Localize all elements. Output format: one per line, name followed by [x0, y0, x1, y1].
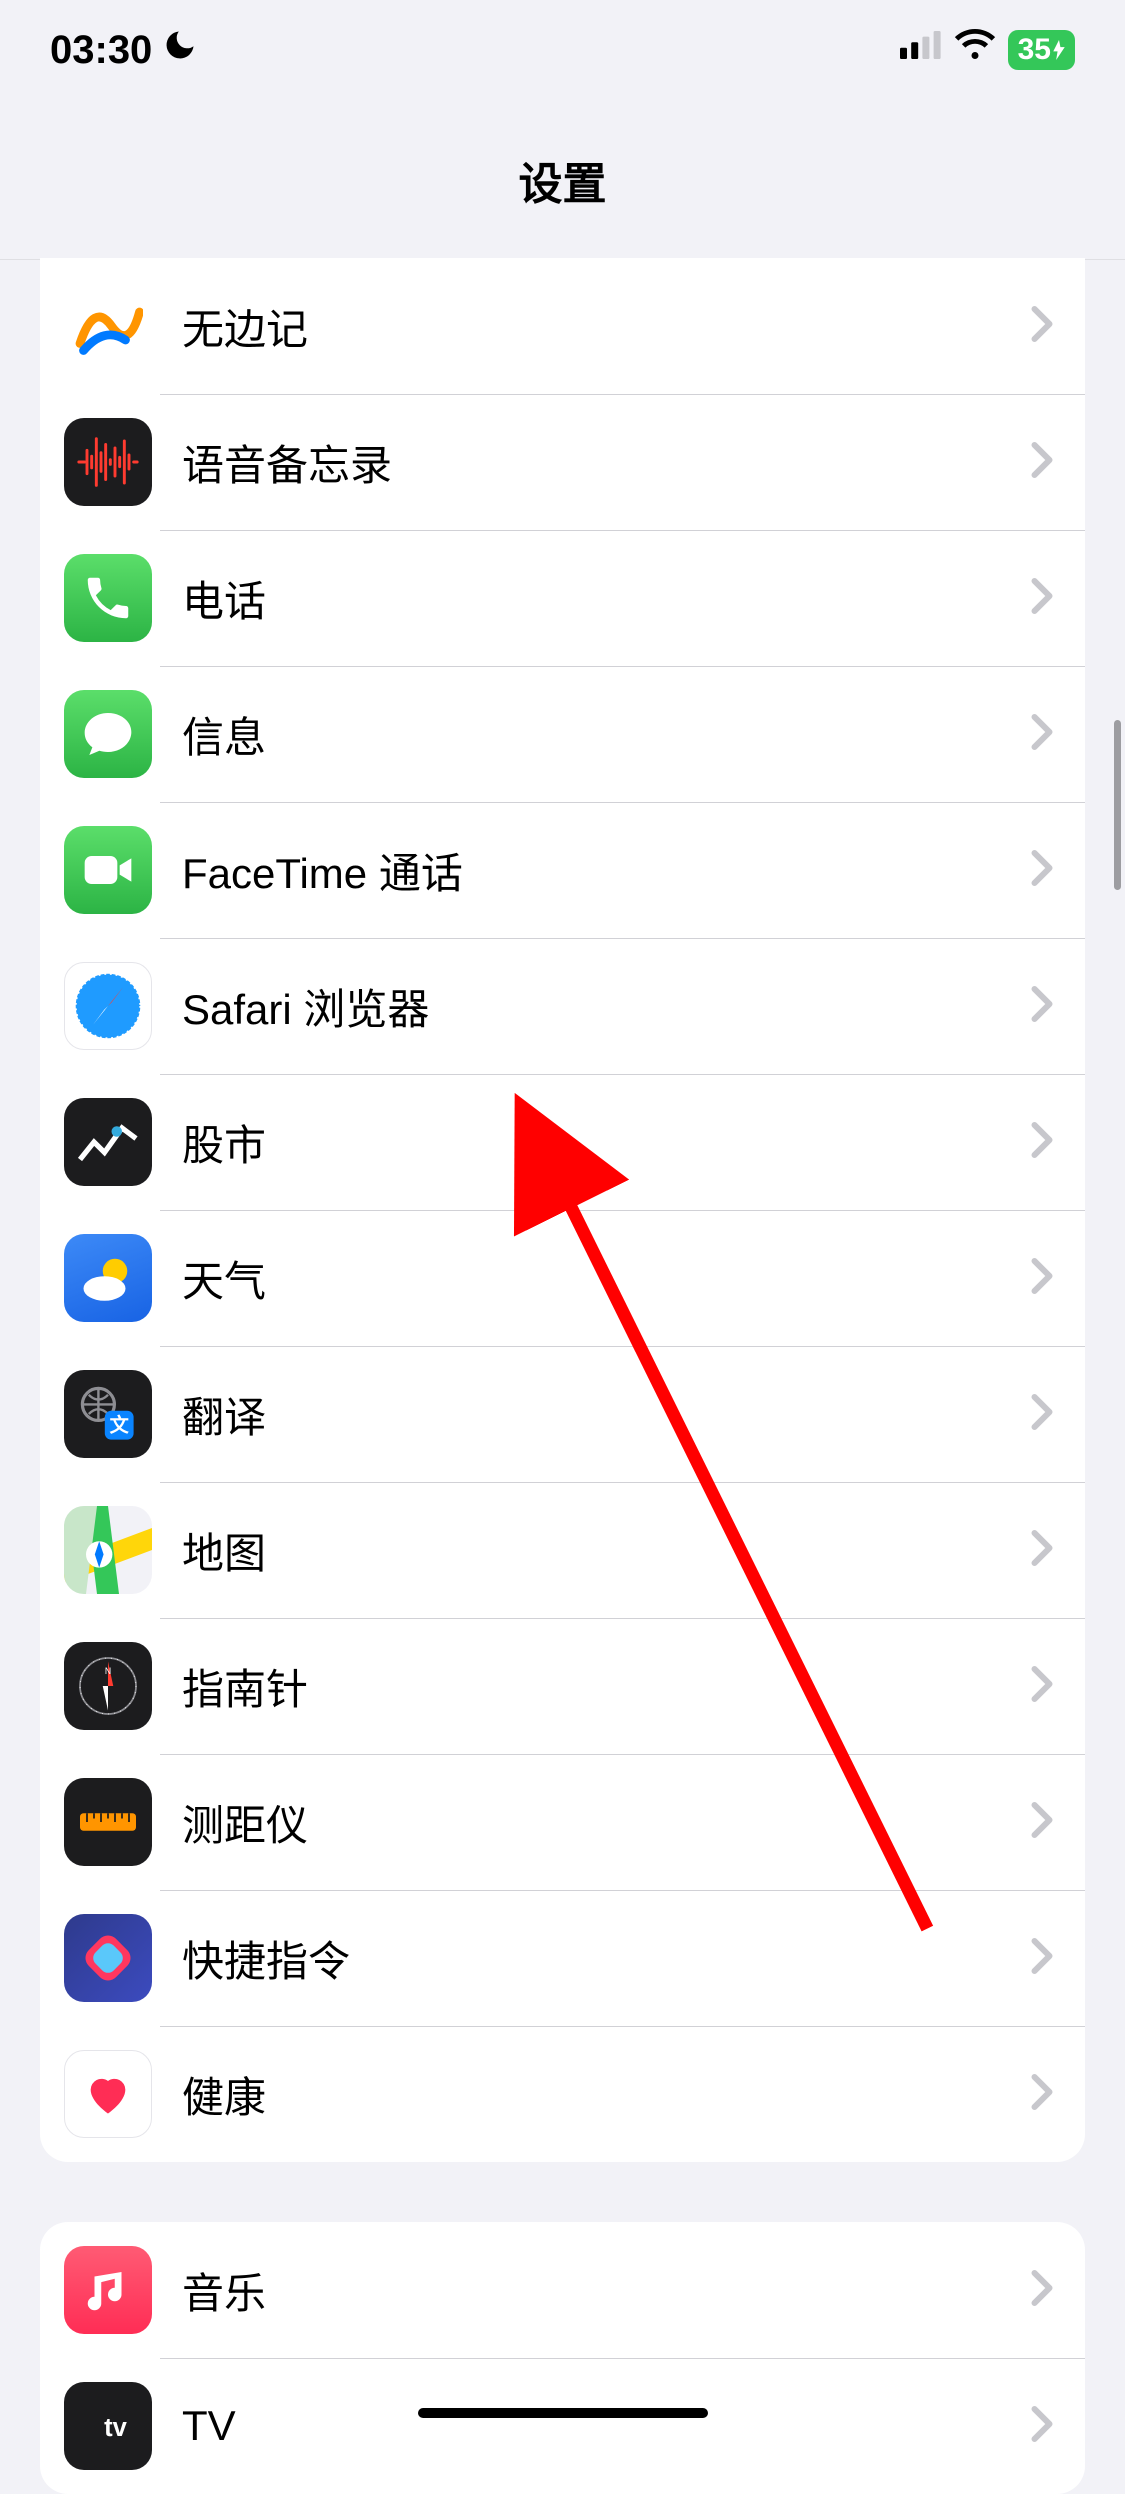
chevron-right-icon [1031, 306, 1053, 347]
scroll-indicator[interactable] [1114, 720, 1121, 890]
settings-section-media: 音乐 tv TV [40, 2222, 1085, 2494]
chevron-right-icon [1031, 1938, 1053, 1979]
row-label: 指南针 [182, 1656, 1031, 1717]
status-time: 03:30 [50, 28, 152, 73]
maps-icon [64, 1506, 152, 1594]
tv-icon: tv [64, 2382, 152, 2470]
voicememos-icon [64, 418, 152, 506]
row-label: Safari 浏览器 [182, 976, 1031, 1037]
chevron-right-icon [1031, 1530, 1053, 1571]
row-label: 快捷指令 [182, 1928, 1031, 1989]
settings-row-facetime[interactable]: FaceTime 通话 [40, 802, 1085, 938]
settings-row-shortcuts[interactable]: 快捷指令 [40, 1890, 1085, 2026]
chevron-right-icon [1031, 1394, 1053, 1435]
svg-text:N: N [105, 1666, 111, 1676]
settings-row-health[interactable]: 健康 [40, 2026, 1085, 2162]
music-icon [64, 2246, 152, 2334]
home-indicator[interactable] [418, 2408, 708, 2418]
messages-icon [64, 690, 152, 778]
settings-row-safari[interactable]: Safari 浏览器 [40, 938, 1085, 1074]
settings-row-messages[interactable]: 信息 [40, 666, 1085, 802]
settings-row-freeform[interactable]: 无边记 [40, 258, 1085, 394]
chevron-right-icon [1031, 850, 1053, 891]
safari-icon [64, 962, 152, 1050]
weather-icon [64, 1234, 152, 1322]
row-label: 电话 [182, 568, 1031, 629]
row-label: 无边记 [182, 296, 1031, 357]
settings-row-stocks[interactable]: 股市 [40, 1074, 1085, 1210]
chevron-right-icon [1031, 1666, 1053, 1707]
page-title: 设置 [519, 148, 607, 212]
chevron-right-icon [1031, 2074, 1053, 2115]
chevron-right-icon [1031, 1802, 1053, 1843]
stocks-icon [64, 1098, 152, 1186]
row-label: 健康 [182, 2064, 1031, 2125]
facetime-icon [64, 826, 152, 914]
measure-icon [64, 1778, 152, 1866]
phone-icon [64, 554, 152, 642]
svg-text:tv: tv [104, 2414, 128, 2442]
chevron-right-icon [1031, 2406, 1053, 2447]
row-label: 语音备忘录 [182, 432, 1031, 493]
nav-header: 设置 [0, 100, 1125, 260]
settings-row-tv[interactable]: tv TV [40, 2358, 1085, 2494]
chevron-right-icon [1031, 442, 1053, 483]
settings-list[interactable]: 无边记 语音备忘录 电话 信息 [0, 258, 1125, 2494]
chevron-right-icon [1031, 986, 1053, 1027]
chevron-right-icon [1031, 2270, 1053, 2311]
battery-indicator: 35 [1008, 30, 1075, 70]
freeform-icon [64, 282, 152, 370]
settings-section-apps: 无边记 语音备忘录 电话 信息 [40, 258, 1085, 2162]
row-label: 音乐 [182, 2260, 1031, 2321]
row-label: 股市 [182, 1112, 1031, 1173]
settings-row-phone[interactable]: 电话 [40, 530, 1085, 666]
do-not-disturb-icon [162, 27, 198, 73]
chevron-right-icon [1031, 714, 1053, 755]
settings-row-music[interactable]: 音乐 [40, 2222, 1085, 2358]
settings-row-weather[interactable]: 天气 [40, 1210, 1085, 1346]
row-label: 翻译 [182, 1384, 1031, 1445]
row-label: 信息 [182, 704, 1031, 765]
status-bar: 03:30 35 [0, 0, 1125, 100]
row-label: 地图 [182, 1520, 1031, 1581]
chevron-right-icon [1031, 1258, 1053, 1299]
settings-row-measure[interactable]: 测距仪 [40, 1754, 1085, 1890]
row-label: FaceTime 通话 [182, 840, 1031, 901]
cellular-signal-icon [900, 27, 942, 73]
settings-row-maps[interactable]: 地图 [40, 1482, 1085, 1618]
chevron-right-icon [1031, 1122, 1053, 1163]
wifi-icon [954, 27, 996, 73]
svg-text:文: 文 [110, 1414, 130, 1437]
settings-row-compass[interactable]: N 指南针 [40, 1618, 1085, 1754]
shortcuts-icon [64, 1914, 152, 2002]
translate-icon: 文 [64, 1370, 152, 1458]
settings-row-translate[interactable]: 文 翻译 [40, 1346, 1085, 1482]
health-icon [64, 2050, 152, 2138]
row-label: 天气 [182, 1248, 1031, 1309]
settings-row-voicememos[interactable]: 语音备忘录 [40, 394, 1085, 530]
chevron-right-icon [1031, 578, 1053, 619]
compass-icon: N [64, 1642, 152, 1730]
row-label: 测距仪 [182, 1792, 1031, 1853]
